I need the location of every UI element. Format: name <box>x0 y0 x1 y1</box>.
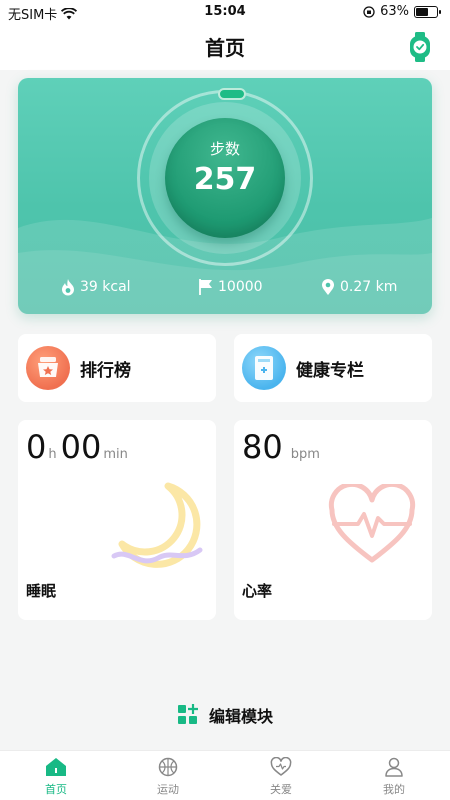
edit-modules-button[interactable]: 编辑模块 <box>0 700 450 730</box>
status-bar: 无SIM卡 15:04 63% <box>0 0 450 24</box>
home-icon <box>46 758 66 776</box>
tab-mine-label: 我的 <box>383 783 405 796</box>
sleep-card[interactable]: 0 h 00 min 睡眠 <box>18 420 216 620</box>
health-column-icon <box>242 346 286 390</box>
tab-care[interactable]: 关爱 <box>225 757 337 800</box>
sleep-label: 睡眠 <box>26 582 57 600</box>
distance-stat: 0.27 km <box>320 278 397 296</box>
moon-icon <box>111 482 203 568</box>
heart-rate-label: 心率 <box>242 582 273 600</box>
battery-icon <box>414 5 441 18</box>
grid-edit-icon <box>177 704 198 724</box>
basketball-icon <box>158 757 178 777</box>
heart-metric: 80 bpm <box>242 428 324 466</box>
steps-card[interactable]: 步数 257 39 kcal 10000 0.27 km <box>18 78 432 314</box>
battery-group: 63% <box>363 4 441 19</box>
health-column-title: 健康专栏 <box>296 361 364 381</box>
edit-modules-label: 编辑模块 <box>208 707 273 726</box>
heart-rate-unit: bpm <box>290 447 320 462</box>
battery-fill <box>416 7 428 16</box>
tab-mine[interactable]: 我的 <box>338 757 450 800</box>
heart-rate-card[interactable]: 80 bpm 心率 <box>234 420 432 620</box>
steps-core: 步数 257 <box>165 118 285 238</box>
sleep-hours-unit: h <box>48 447 57 462</box>
header: 首页 <box>0 24 450 70</box>
ranking-badge-icon <box>26 346 70 390</box>
smartwatch-icon[interactable] <box>408 32 432 62</box>
sleep-minutes: 00 <box>60 428 102 466</box>
flame-icon <box>62 279 74 296</box>
steps-value: 257 <box>193 162 257 197</box>
heart-rate-value: 80 <box>242 428 283 466</box>
goal-stat: 10000 <box>198 278 263 296</box>
tab-exercise-label: 运动 <box>157 783 179 796</box>
steps-label: 步数 <box>209 140 240 158</box>
tab-home[interactable]: 首页 <box>0 757 112 800</box>
tab-home-label: 首页 <box>45 783 67 796</box>
ranking-card[interactable]: 排行榜 <box>18 334 216 402</box>
calories-stat: 39 kcal <box>60 278 131 296</box>
person-icon <box>385 757 403 777</box>
distance-value: 0.27 km <box>340 279 398 295</box>
orientation-lock-icon <box>363 5 375 18</box>
flag-icon <box>199 279 212 295</box>
heartbeat-icon <box>328 484 416 563</box>
sleep-hours: 0 <box>26 428 47 466</box>
goal-value: 10000 <box>218 279 263 295</box>
heart-outline-icon <box>270 757 292 776</box>
ranking-title: 排行榜 <box>80 361 131 381</box>
health-column-card[interactable]: 健康专栏 <box>234 334 432 402</box>
tab-bar: 首页 运动 关爱 我的 <box>0 750 450 800</box>
steps-stats: 39 kcal 10000 0.27 km <box>18 278 432 302</box>
location-pin-icon <box>322 279 334 295</box>
tab-exercise[interactable]: 运动 <box>112 757 224 800</box>
page-title: 首页 <box>205 36 245 60</box>
battery-percent: 63% <box>380 4 409 19</box>
sleep-minutes-unit: min <box>103 447 128 462</box>
sleep-metric: 0 h 00 min <box>26 428 132 466</box>
tab-care-label: 关爱 <box>270 783 292 796</box>
steps-progress-marker <box>218 88 246 100</box>
calories-value: 39 kcal <box>80 279 131 295</box>
